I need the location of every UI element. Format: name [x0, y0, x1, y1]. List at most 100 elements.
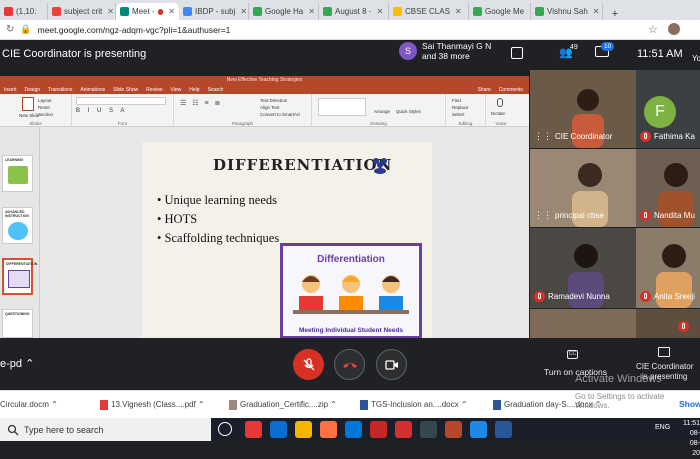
ppt-menu-item[interactable]: Transitions — [48, 87, 72, 93]
mic-toggle-button[interactable] — [293, 349, 324, 380]
participant-tile[interactable]: ⋮⋮ CIE Coordinator — [530, 70, 636, 148]
ppt-share[interactable]: Share — [477, 87, 490, 93]
close-tab-icon[interactable]: ✕ — [240, 7, 247, 16]
layout-button[interactable]: Layout — [38, 97, 53, 104]
layout-icon[interactable] — [511, 47, 523, 59]
smartart-button[interactable]: Convert to SmartArt — [260, 111, 300, 118]
taskbar-clock[interactable]: 11:51 08-08-20 — [683, 419, 700, 459]
browser-tab[interactable]: (1,10: — [0, 3, 48, 20]
differentiation-image: Differentiation Meeting Individual Stude… — [280, 243, 422, 339]
download-item[interactable]: Graduation_Certific....zip ⌃ — [229, 400, 337, 410]
ppt-menu-item[interactable]: Review — [146, 87, 162, 93]
close-tab-icon[interactable]: ✕ — [107, 7, 114, 16]
find-button[interactable]: Find — [452, 97, 469, 104]
camera-toggle-button[interactable] — [376, 349, 407, 380]
reset-button[interactable]: Reset — [38, 104, 53, 111]
ppt-menu-item[interactable]: Slide Show — [113, 87, 138, 93]
new-tab-button[interactable]: + — [603, 8, 627, 20]
presenting-line: CIE Coordinator — [636, 362, 694, 371]
browser-tab[interactable]: Google Ha ✕ — [249, 3, 319, 20]
close-tab-icon[interactable]: ✕ — [308, 7, 315, 16]
meeting-code-label[interactable]: e-pd ⌃ — [0, 357, 34, 370]
new-slide-label[interactable]: New Slide — [19, 113, 39, 118]
present-screen-icon[interactable] — [658, 347, 670, 357]
slide-thumbnail-active[interactable]: DIFFERENTIATION — [2, 258, 37, 295]
font-format-buttons[interactable]: B I U S A — [76, 108, 127, 114]
download-item[interactable]: 13.Vignesh (Class....pdf ⌃ — [100, 400, 205, 410]
powerpoint-icon[interactable] — [445, 421, 462, 438]
close-tab-icon[interactable]: ✕ — [593, 7, 600, 16]
browser-tab[interactable]: Vishnu Sah ✕ — [531, 3, 603, 20]
taskbar-search[interactable]: Type here to search — [0, 418, 211, 441]
language-indicator[interactable]: ENG — [655, 424, 670, 431]
ppt-menu-item[interactable]: Insert — [4, 87, 17, 93]
paragraph-buttons[interactable]: ☰ ☷ ≡ ≣ — [180, 99, 222, 107]
dictate-button[interactable]: Dictate — [491, 111, 505, 116]
participant-label: Nandita Mu — [654, 211, 695, 220]
tab-favicon-icon — [4, 7, 13, 16]
slide-thumbnail[interactable]: ADVANCED INSTRUCTION — [2, 207, 33, 244]
url-input[interactable]: meet.google.com/ngz-adqm-vgc?pli=1&authu… — [38, 25, 231, 35]
ppt-menu-item[interactable]: Animations — [80, 87, 105, 93]
acrobat-reader-icon[interactable] — [395, 421, 412, 438]
ppt-menu-item[interactable]: Help — [189, 87, 199, 93]
text-direction-button[interactable]: Text Direction — [260, 97, 300, 104]
shapes-gallery[interactable] — [318, 98, 366, 116]
lock-icon[interactable]: 🔒 — [20, 24, 31, 35]
section-button[interactable]: Section — [38, 111, 53, 118]
thumb-label: LEARNING — [5, 158, 24, 162]
leave-call-button[interactable] — [334, 349, 365, 380]
app-icon[interactable] — [470, 421, 487, 438]
show-all-downloads-button[interactable]: Show — [679, 399, 700, 409]
bookmark-star-icon[interactable]: ☆ — [648, 23, 658, 36]
close-tab-icon[interactable]: ✕ — [455, 7, 462, 16]
download-item[interactable]: TGS-Inclusion an....docx ⌃ — [360, 400, 468, 410]
browser-tab[interactable]: subject crit ✕ — [48, 3, 116, 20]
captions-icon[interactable]: CC — [567, 350, 578, 359]
slide-thumbnail[interactable]: LEARNING — [2, 155, 33, 192]
participant-tile[interactable] — [530, 309, 636, 339]
browser-tab[interactable]: August 8 - ✕ — [319, 3, 389, 20]
participant-tile[interactable] — [636, 309, 700, 339]
ppt-menu-item[interactable]: Design — [25, 87, 41, 93]
cortana-icon[interactable] — [218, 422, 232, 436]
profile-avatar[interactable] — [668, 23, 680, 35]
refresh-icon[interactable]: ↻ — [6, 24, 14, 35]
browser-tab[interactable]: IBDP - subj ✕ — [179, 3, 249, 20]
replace-button[interactable]: Replace — [452, 104, 469, 111]
ppt-comments[interactable]: Comments — [499, 87, 523, 93]
participant-tile[interactable]: Nandita Mu — [636, 149, 700, 227]
participant-label: Anita Sreeji — [654, 292, 695, 301]
clock-time: 11:51 — [683, 420, 700, 427]
close-tab-icon[interactable]: ✕ — [376, 7, 383, 16]
store-icon[interactable] — [345, 421, 362, 438]
ppt-search[interactable]: Search — [208, 87, 224, 93]
slide-thumbnail-pane: LEARNING ADVANCED INSTRUCTION DIFFERENTI… — [0, 127, 40, 338]
participant-tile[interactable]: Anita Sreeji — [636, 228, 700, 308]
select-button[interactable]: Select — [452, 111, 469, 118]
app-icon[interactable] — [420, 421, 437, 438]
file-explorer-icon[interactable] — [295, 421, 312, 438]
browser-tab-meet[interactable]: Meet - ✕ — [116, 3, 179, 20]
slide-thumbnail[interactable]: QUESTIONING — [2, 309, 33, 338]
microphone-icon[interactable] — [497, 98, 503, 107]
word-icon[interactable] — [495, 421, 512, 438]
participant-tile[interactable]: Ramadevi Nunna — [530, 228, 636, 308]
firefox-icon[interactable] — [320, 421, 337, 438]
close-tab-icon[interactable]: ✕ — [168, 7, 175, 16]
browser-tab[interactable]: Google Me✕ — [469, 3, 531, 20]
align-text-button[interactable]: Align Text — [260, 104, 300, 111]
participant-tile[interactable]: F Fathima Ka — [636, 70, 700, 148]
edge-icon[interactable] — [270, 421, 287, 438]
arrange-button[interactable]: Arrange — [374, 109, 390, 114]
browser-tab[interactable]: CBSE CLAS ✕ — [389, 3, 469, 20]
font-name-select[interactable] — [76, 97, 166, 105]
acrobat-icon[interactable] — [370, 421, 387, 438]
participant-tile[interactable]: ⋮⋮ principal cbse — [530, 149, 636, 227]
quick-styles-button[interactable]: Quick Styles — [396, 109, 421, 114]
new-slide-icon[interactable] — [22, 97, 34, 111]
ppt-menu-item[interactable]: View — [171, 87, 182, 93]
chrome-icon[interactable] — [245, 421, 262, 438]
mic-off-icon — [678, 321, 689, 332]
download-item[interactable]: Circular.docm ⌃ — [0, 400, 58, 409]
